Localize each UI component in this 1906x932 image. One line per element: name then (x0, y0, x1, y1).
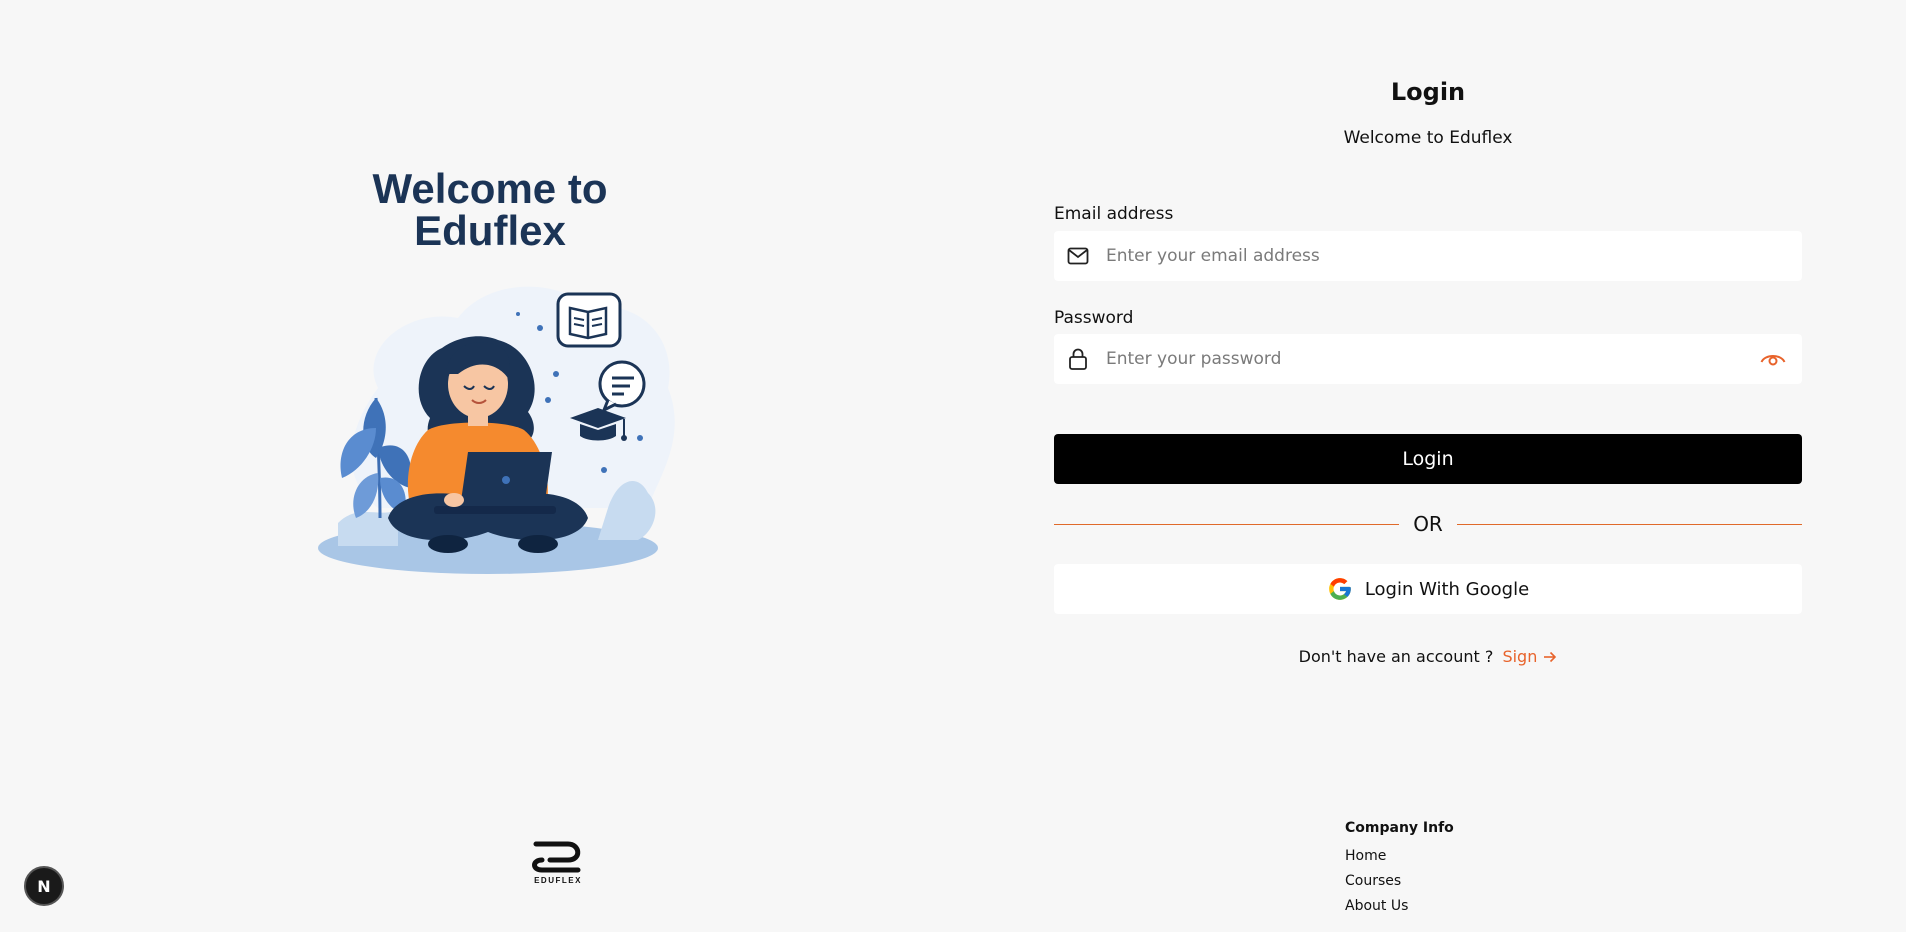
email-label: Email address (1054, 204, 1174, 224)
google-icon (1327, 576, 1365, 602)
hero-title-line1: Welcome to (372, 165, 608, 212)
signup-row: Don't have an account ? Sign (1054, 647, 1802, 666)
login-button[interactable]: Login (1054, 434, 1802, 484)
password-label: Password (1054, 308, 1134, 328)
or-text: OR (1413, 512, 1443, 536)
student-laptop-illustration (318, 286, 675, 574)
dev-tools-badge[interactable]: N (24, 866, 64, 906)
footer-link-courses[interactable]: Courses (1345, 873, 1454, 889)
footer-link-home[interactable]: Home (1345, 848, 1454, 864)
lock-icon (1066, 347, 1090, 371)
password-field-wrapper (1054, 334, 1802, 384)
eye-icon[interactable] (1758, 344, 1788, 374)
mail-icon (1066, 244, 1090, 268)
footer-link-about-us[interactable]: About Us (1345, 898, 1454, 914)
password-input[interactable] (1104, 334, 1758, 384)
signup-prompt: Don't have an account ? (1298, 647, 1494, 666)
divider-line-left (1054, 523, 1400, 525)
signup-link[interactable]: Sign (1502, 647, 1557, 666)
hero-title-line2: Eduflex (414, 207, 566, 254)
login-heading: Login (1390, 78, 1466, 106)
company-info-heading: Company Info (1345, 820, 1454, 836)
divider-line-right (1456, 523, 1803, 525)
hero-title: Welcome to Eduflex (330, 168, 650, 252)
eduflex-logo: EDUFLEX (532, 841, 582, 885)
google-login-label: Login With Google (1364, 578, 1530, 600)
company-info: Company Info Home Courses About Us (1345, 820, 1454, 923)
badge-label: N (37, 876, 51, 896)
login-subtitle: Welcome to Eduflex (1343, 128, 1513, 148)
signup-link-label: Sign (1502, 647, 1538, 666)
arrow-right-icon (1543, 650, 1557, 664)
svg-text:EDUFLEX: EDUFLEX (534, 876, 582, 885)
email-input[interactable] (1104, 231, 1802, 281)
or-divider: OR (1054, 512, 1803, 536)
login-page: Welcome to Eduflex Login Welcome to Eduf… (0, 0, 1906, 932)
email-field-wrapper (1054, 231, 1802, 281)
google-login-button[interactable]: Login With Google (1054, 564, 1802, 614)
